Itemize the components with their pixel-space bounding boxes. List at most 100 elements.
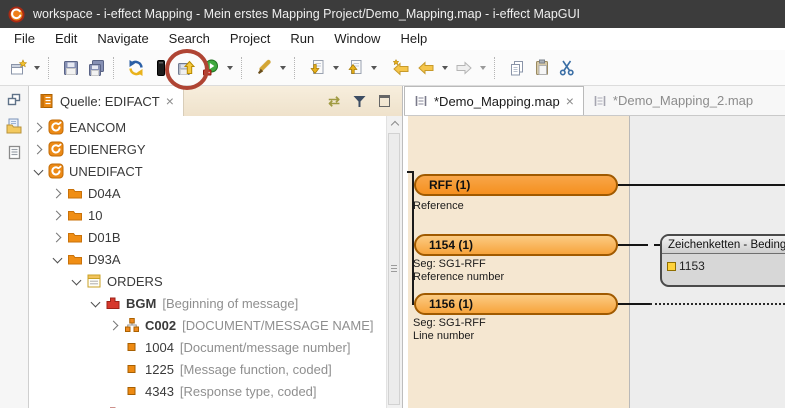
node-title: RFF (1) bbox=[429, 178, 470, 192]
source-view-header: Quelle: EDIFACT × ⇄ bbox=[30, 86, 402, 116]
refresh-icon bbox=[127, 59, 145, 77]
tree-item-dtm-partial[interactable]: DTM [Date/time/period] bbox=[30, 402, 386, 408]
tree-scrollbar[interactable] bbox=[386, 116, 402, 408]
paste-button[interactable] bbox=[530, 56, 554, 80]
marker-button[interactable] bbox=[252, 56, 276, 80]
editor-tab-demo-mapping-2[interactable]: *Demo_Mapping_2.map bbox=[584, 86, 762, 115]
copy-button[interactable] bbox=[505, 56, 529, 80]
save-all-icon bbox=[87, 59, 105, 77]
node-title: 1156 (1) bbox=[429, 297, 473, 311]
tree-item-1225[interactable]: 1225 [Message function, coded] bbox=[30, 358, 386, 380]
refresh-button[interactable] bbox=[124, 56, 148, 80]
tree-item-edienergy[interactable]: EDIENERGY bbox=[30, 138, 386, 160]
forward-button[interactable] bbox=[452, 56, 476, 80]
mapping-node-1156[interactable]: 1156 (1) bbox=[414, 293, 618, 315]
tree-item-label: 4343 bbox=[145, 384, 174, 399]
chevron-right-icon[interactable] bbox=[51, 208, 64, 222]
left-rail bbox=[0, 86, 29, 408]
commit-dropdown-caret[interactable] bbox=[333, 66, 339, 70]
cut-button[interactable] bbox=[555, 56, 579, 80]
restore-view-icon[interactable] bbox=[7, 93, 21, 107]
chevron-right-icon[interactable] bbox=[32, 120, 45, 134]
update-dropdown-caret[interactable] bbox=[371, 66, 377, 70]
maximize-icon[interactable] bbox=[379, 95, 390, 107]
menu-run[interactable]: Run bbox=[280, 28, 324, 50]
run-publish-button[interactable] bbox=[199, 56, 223, 80]
tree-item-label: EDIENERGY bbox=[69, 142, 146, 157]
tree-item-4343[interactable]: 4343 [Response type, coded] bbox=[30, 380, 386, 402]
source-view-tab[interactable]: Quelle: EDIFACT × bbox=[30, 86, 184, 116]
toolbar-separator bbox=[241, 57, 247, 79]
back-button[interactable] bbox=[414, 56, 438, 80]
menu-project[interactable]: Project bbox=[220, 28, 280, 50]
chevron-down-icon[interactable] bbox=[51, 252, 64, 266]
tree-item-orders[interactable]: ORDERS bbox=[30, 270, 386, 292]
terminal-button[interactable] bbox=[149, 56, 173, 80]
mapping-canvas[interactable]: RFF (1) Reference 1154 (1) Seg: SG1-RFF … bbox=[404, 116, 785, 408]
link-with-editor-icon[interactable]: ⇄ bbox=[328, 93, 340, 110]
close-icon[interactable]: × bbox=[166, 94, 174, 108]
mapping-node-1154[interactable]: 1154 (1) bbox=[414, 234, 618, 256]
menu-navigate[interactable]: Navigate bbox=[87, 28, 158, 50]
new-wizard-dropdown-caret[interactable] bbox=[34, 66, 40, 70]
connector-line bbox=[642, 244, 660, 246]
tree-item-label: BGM bbox=[126, 296, 156, 311]
chevron-down-icon[interactable] bbox=[89, 296, 102, 310]
standard-icon bbox=[48, 163, 64, 179]
toolbar-separator bbox=[294, 57, 300, 79]
chevron-right-icon[interactable] bbox=[51, 230, 64, 244]
run-publish-dropdown-caret[interactable] bbox=[227, 66, 233, 70]
tree-item-label: C002 bbox=[145, 318, 176, 333]
filter-icon[interactable] bbox=[353, 95, 366, 108]
mapping-node-rff[interactable]: RFF (1) bbox=[414, 174, 618, 196]
editor-tab-label: *Demo_Mapping.map bbox=[434, 94, 560, 109]
tree-item-bgm[interactable]: BGM [Beginning of message] bbox=[30, 292, 386, 314]
standard-icon bbox=[48, 119, 64, 135]
editor-tab-demo-mapping[interactable]: *Demo_Mapping.map × bbox=[404, 86, 584, 115]
save-button[interactable] bbox=[59, 56, 83, 80]
tree-item-unedifact[interactable]: UNEDIFACT bbox=[30, 160, 386, 182]
tree-item-d93a[interactable]: D93A bbox=[30, 248, 386, 270]
commit-button[interactable] bbox=[305, 56, 329, 80]
source-view-tab-label: Quelle: EDIFACT bbox=[60, 94, 160, 109]
scrollbar-thumb[interactable] bbox=[388, 133, 400, 405]
chevron-right-icon[interactable] bbox=[108, 318, 121, 332]
chevron-right-icon[interactable] bbox=[32, 142, 45, 156]
menu-file[interactable]: File bbox=[4, 28, 45, 50]
menu-help[interactable]: Help bbox=[390, 28, 437, 50]
chevron-down-icon[interactable] bbox=[70, 274, 83, 288]
terminal-icon bbox=[152, 59, 170, 77]
node-subtitle: Reference bbox=[413, 200, 464, 213]
update-button[interactable] bbox=[343, 56, 367, 80]
function-box-item[interactable]: 1153 bbox=[662, 254, 785, 273]
tree-item-c002[interactable]: C002 [DOCUMENT/MESSAGE NAME] bbox=[30, 314, 386, 336]
chevron-down-icon[interactable] bbox=[32, 164, 45, 178]
save-all-button[interactable] bbox=[84, 56, 108, 80]
menu-search[interactable]: Search bbox=[159, 28, 220, 50]
outline-icon[interactable] bbox=[7, 145, 22, 160]
message-icon bbox=[86, 273, 102, 289]
forward-dropdown-caret[interactable] bbox=[480, 66, 486, 70]
tree-item-d04a[interactable]: D04A bbox=[30, 182, 386, 204]
scrollbar-up-icon[interactable] bbox=[387, 116, 402, 131]
tree-item-d01b[interactable]: D01B bbox=[30, 226, 386, 248]
tree-item-label: EANCOM bbox=[69, 120, 126, 135]
tree-item-eancom[interactable]: EANCOM bbox=[30, 116, 386, 138]
new-wizard-button[interactable] bbox=[6, 56, 30, 80]
new-wizard-icon bbox=[9, 59, 27, 77]
menu-window[interactable]: Window bbox=[324, 28, 390, 50]
map-file-icon bbox=[414, 94, 428, 108]
close-icon[interactable]: × bbox=[566, 94, 574, 108]
folder-document-icon[interactable] bbox=[6, 118, 22, 134]
menu-edit[interactable]: Edit bbox=[45, 28, 87, 50]
back-dropdown-caret[interactable] bbox=[442, 66, 448, 70]
back-history-button[interactable] bbox=[389, 56, 413, 80]
app-logo-icon bbox=[8, 6, 25, 23]
tree-item-1004[interactable]: 1004 [Document/message number] bbox=[30, 336, 386, 358]
marker-dropdown-caret[interactable] bbox=[280, 66, 286, 70]
connector-line bbox=[650, 303, 785, 305]
tree-item-10[interactable]: 10 bbox=[30, 204, 386, 226]
function-box-zeichenketten[interactable]: Zeichenketten - Beding 1153 bbox=[660, 234, 785, 287]
save-upload-button[interactable] bbox=[174, 56, 198, 80]
chevron-right-icon[interactable] bbox=[51, 186, 64, 200]
